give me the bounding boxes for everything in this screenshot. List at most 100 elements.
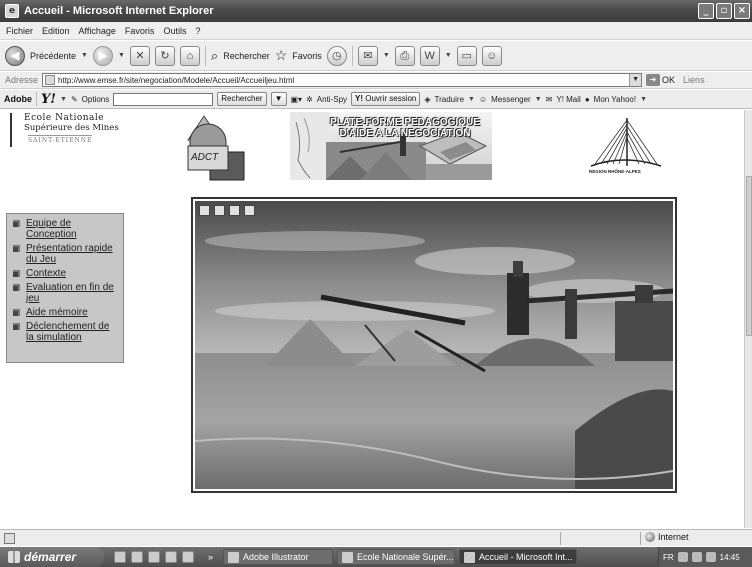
maximize-button[interactable]: ▫	[716, 3, 732, 19]
print-image-icon[interactable]	[214, 205, 225, 216]
menu-edition[interactable]: Edition	[42, 26, 70, 36]
back-button[interactable]: Précédente	[30, 51, 76, 61]
print-icon[interactable]: ⎙	[394, 45, 415, 66]
save-image-icon[interactable]	[199, 205, 210, 216]
messenger-icon[interactable]: ☺	[481, 45, 502, 66]
page-scrollbar[interactable]	[744, 110, 752, 528]
email-image-icon[interactable]	[229, 205, 240, 216]
yahoo-search-button[interactable]: Rechercher	[217, 92, 267, 106]
pencil-icon[interactable]: ✎	[71, 95, 78, 104]
menu-help[interactable]: ?	[195, 26, 200, 36]
address-input[interactable]: http://www.emse.fr/site/negociation/Mode…	[42, 73, 643, 87]
links-button[interactable]: Liens	[683, 75, 705, 85]
language-indicator[interactable]: FR	[663, 553, 674, 562]
school-name-line3: SAINT-ETIENNE	[28, 135, 93, 144]
search-icon[interactable]: ⌕	[211, 48, 218, 64]
region-logo: REGION RHÔNE-ALPES	[583, 114, 665, 182]
translate-dropdown-icon[interactable]: ▼	[468, 96, 475, 103]
my-yahoo-dropdown-icon[interactable]: ▼	[640, 96, 647, 103]
tray-network-icon[interactable]	[691, 552, 702, 562]
menu-favoris[interactable]: Favoris	[125, 26, 155, 36]
open-session-button[interactable]: Y! Ouvrir session	[351, 92, 421, 106]
media-player-icon[interactable]	[148, 551, 160, 563]
nav-item-aide-memoire[interactable]: Aide mémoire	[11, 307, 119, 318]
mail-envelope-icon[interactable]: ✉	[546, 95, 553, 104]
options-button[interactable]: Options	[82, 95, 110, 104]
popup-blocker-icon[interactable]: ▣▾	[291, 95, 303, 104]
discuss-icon[interactable]: ▭	[456, 45, 477, 66]
forward-dropdown-icon[interactable]: ▼	[118, 52, 125, 59]
my-yahoo-button[interactable]: Mon Yahoo!	[594, 95, 636, 104]
nav-item-declenchement[interactable]: Déclenchement de la simulation	[11, 321, 119, 343]
search-dropdown-icon[interactable]: ▼	[270, 92, 287, 106]
adobe-button[interactable]: Adobe	[4, 94, 32, 104]
back-dropdown-icon[interactable]: ▼	[81, 52, 88, 59]
task-label: Adobe Illustrator	[243, 552, 309, 562]
back-arrow-icon[interactable]: ◀	[5, 45, 25, 66]
quick-launch-more-icon[interactable]: »	[208, 552, 213, 562]
mail-dropdown-icon[interactable]: ▼	[383, 52, 390, 59]
antispy-icon[interactable]: ✲	[306, 95, 313, 104]
yahoo-search-input[interactable]	[113, 92, 214, 106]
address-dropdown-icon[interactable]: ▼	[629, 74, 642, 86]
nav-link-declenchement[interactable]: Déclenchement de la simulation	[26, 321, 119, 343]
translate-button[interactable]: Traduire	[435, 95, 465, 104]
nav-item-evaluation[interactable]: Evaluation en fin de jeu	[11, 282, 119, 304]
illustrator-icon	[228, 551, 240, 563]
favorites-star-icon[interactable]: ☆	[275, 47, 288, 64]
messenger-button[interactable]: Messenger	[491, 95, 531, 104]
zone-label: Internet	[658, 532, 689, 542]
yahoo-mail-button[interactable]: Y! Mail	[556, 95, 580, 104]
close-button[interactable]: ×	[734, 3, 750, 19]
scrollbar-thumb[interactable]	[746, 176, 752, 336]
refresh-icon[interactable]: ↻	[154, 45, 175, 66]
banner-title-line1: PLATE-FORME PEDAGOGIQUE	[330, 117, 480, 128]
messenger-dropdown-icon[interactable]: ▼	[535, 96, 542, 103]
quick-launch	[114, 551, 194, 563]
edit-dropdown-icon[interactable]: ▼	[445, 52, 452, 59]
notepad-icon[interactable]	[182, 551, 194, 563]
menu-fichier[interactable]: Fichier	[6, 26, 33, 36]
menu-affichage[interactable]: Affichage	[79, 26, 116, 36]
mail-icon[interactable]: ✉	[357, 45, 378, 66]
show-desktop-icon[interactable]	[114, 551, 126, 563]
translate-icon[interactable]: ◈	[424, 95, 430, 104]
task-adobe-illustrator[interactable]: Adobe Illustrator	[223, 549, 334, 565]
yahoo-dropdown-icon[interactable]: ▼	[60, 96, 67, 103]
bullet-icon	[13, 323, 20, 330]
go-button[interactable]: ➜ OK	[646, 74, 675, 86]
messenger-smiley-icon[interactable]: ☺	[479, 95, 487, 104]
nav-link-evaluation[interactable]: Evaluation en fin de jeu	[26, 282, 119, 304]
nav-item-equipe[interactable]: Equipe de Conception	[11, 218, 119, 240]
tray-app-icon[interactable]	[677, 552, 688, 562]
nav-link-aide-memoire[interactable]: Aide mémoire	[26, 307, 88, 318]
outlook-icon[interactable]	[165, 551, 177, 563]
my-yahoo-icon[interactable]: ●	[585, 95, 590, 104]
nav-item-presentation[interactable]: Présentation rapide du Jeu	[11, 243, 119, 265]
minimize-button[interactable]: _	[698, 3, 714, 19]
history-icon[interactable]: ◷	[326, 45, 347, 66]
address-bar: Adresse http://www.emse.fr/site/negociat…	[0, 72, 752, 89]
menu-outils[interactable]: Outils	[163, 26, 186, 36]
search-button[interactable]: Rechercher	[223, 51, 270, 61]
stop-icon[interactable]: ✕	[129, 45, 150, 66]
tray-volume-icon[interactable]	[705, 552, 716, 562]
favorites-button[interactable]: Favoris	[292, 51, 322, 61]
yahoo-logo[interactable]: Y!	[41, 92, 56, 107]
school-logo[interactable]: Ecole Nationale Supérieure des Mines SAI…	[8, 113, 128, 148]
forward-arrow-icon[interactable]: ▶	[92, 45, 113, 66]
task-ecole-nationale[interactable]: Ecole Nationale Supér...	[337, 549, 456, 565]
nav-link-equipe[interactable]: Equipe de Conception	[26, 218, 119, 240]
antispy-button[interactable]: Anti-Spy	[317, 95, 347, 104]
open-folder-icon[interactable]	[244, 205, 255, 216]
task-accueil-ie[interactable]: Accueil - Microsoft Int...	[459, 549, 578, 565]
window-controls: _ ▫ ×	[698, 3, 750, 19]
word-edit-icon[interactable]: W	[419, 45, 440, 66]
nav-link-presentation[interactable]: Présentation rapide du Jeu	[26, 243, 119, 265]
nav-link-contexte[interactable]: Contexte	[26, 268, 66, 279]
nav-item-contexte[interactable]: Contexte	[11, 268, 119, 279]
home-icon[interactable]: ⌂	[179, 45, 200, 66]
start-button[interactable]: démarrer	[0, 547, 104, 567]
ie-quick-icon[interactable]	[131, 551, 143, 563]
platform-banner: PLATE-FORME PEDAGOGIQUE D'AIDE A LA NEGO…	[290, 112, 492, 180]
